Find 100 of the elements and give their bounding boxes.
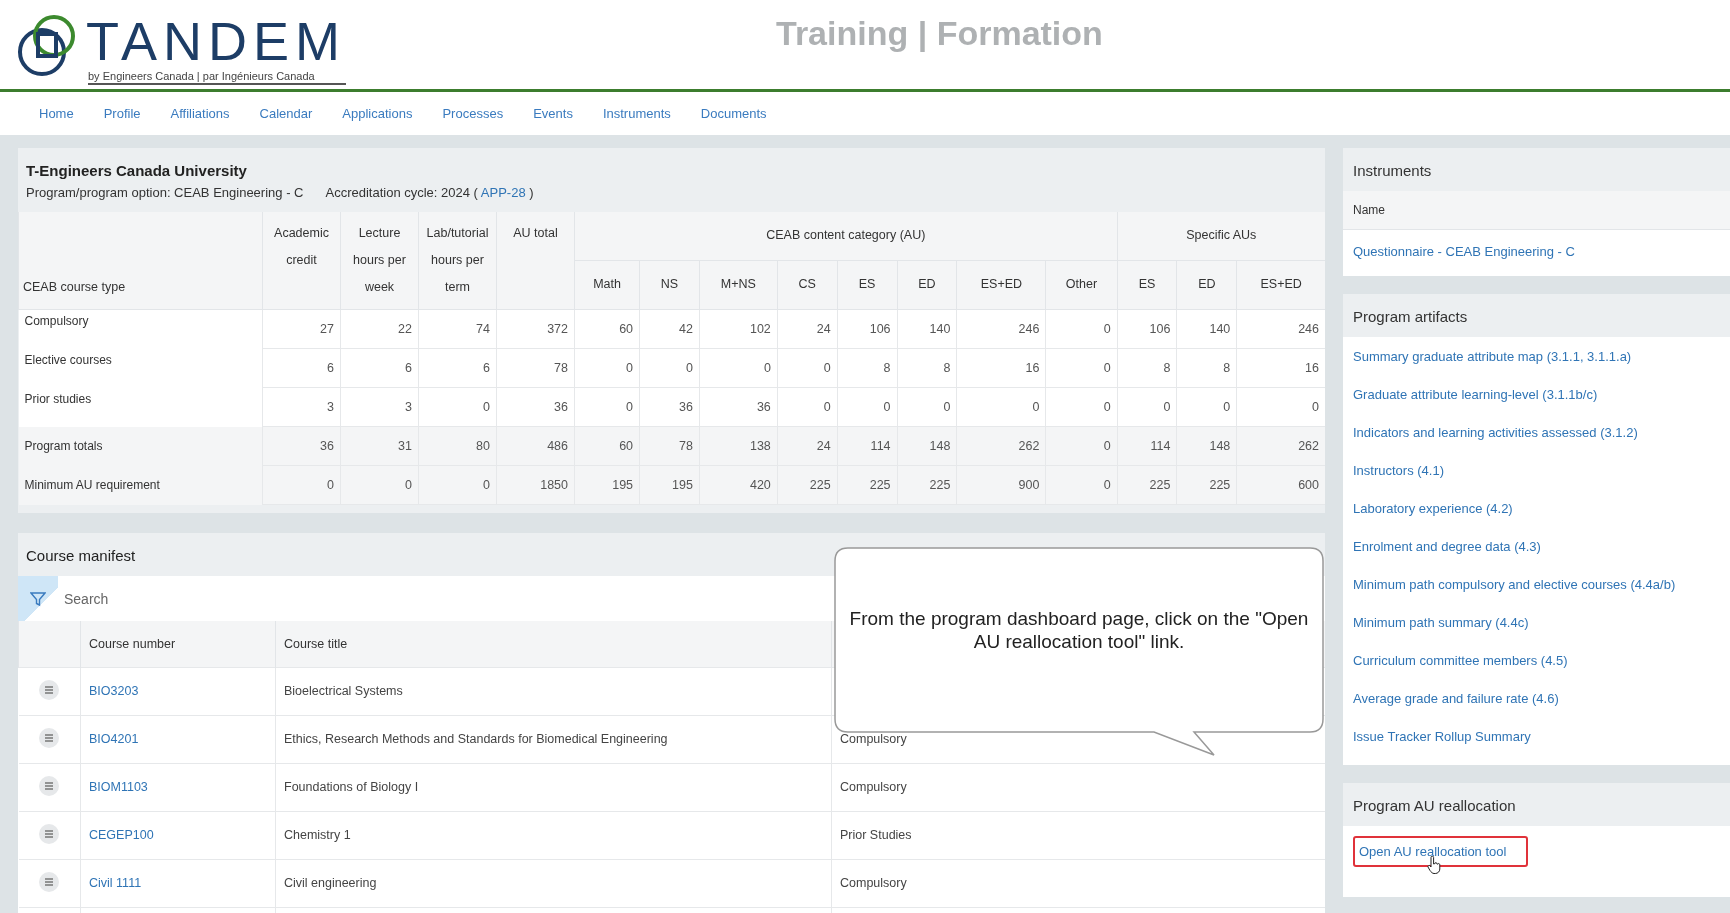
course-title: Foundations of Biology I <box>284 780 419 794</box>
course-link[interactable]: BIO4201 <box>89 732 139 746</box>
course-link[interactable]: BIO3203 <box>89 684 139 698</box>
column-header: M+NS <box>699 260 778 310</box>
nav-link[interactable]: Applications <box>327 106 428 121</box>
logo-tagline: by Engineers Canada | par Ingénieurs Canada <box>88 70 346 85</box>
course-type: Compulsory <box>840 876 907 890</box>
table-cell: 1850 <box>496 465 575 505</box>
table-cell: 195 <box>574 465 640 505</box>
menu-icon[interactable] <box>39 823 60 844</box>
table-cell: 16 <box>956 348 1046 388</box>
table-cell: 60 <box>574 426 640 466</box>
course-title: Ethics, Research Methods and Standards for Biomedical Engineering <box>284 732 668 746</box>
column-header: Math <box>574 260 640 310</box>
table-cell: 3 <box>262 387 341 427</box>
artifact-link[interactable]: Enrolment and degree data (4.3) <box>1353 537 1720 557</box>
column-header: Course title <box>275 621 832 667</box>
course-title: Chemistry 1 <box>284 828 351 842</box>
artifact-link[interactable]: Minimum path summary (4.4c) <box>1353 613 1720 633</box>
column-header: Lab/tutorial hours per term <box>418 212 497 310</box>
table-cell: 6 <box>418 348 497 388</box>
table-cell: 36 <box>699 387 778 427</box>
nav-link[interactable]: Events <box>518 106 588 121</box>
menu-icon[interactable] <box>39 871 60 892</box>
table-cell: 225 <box>1176 465 1237 505</box>
column-header: NS <box>639 260 700 310</box>
table-cell: 3 <box>340 387 419 427</box>
table-cell: 0 <box>699 348 778 388</box>
column-group-header: Specific AUs <box>1117 212 1325 261</box>
table-cell: 36 <box>262 426 341 466</box>
artifact-link[interactable]: Instructors (4.1) <box>1353 461 1720 481</box>
menu-icon[interactable] <box>39 679 60 700</box>
table-cell: 262 <box>956 426 1046 466</box>
nav-link[interactable]: Instruments <box>587 106 686 121</box>
table-cell: 148 <box>897 426 957 466</box>
course-link[interactable]: Civil 1111 <box>89 876 142 890</box>
artifact-link[interactable]: Graduate attribute learning-level (3.1.1b/c) <box>1353 385 1720 405</box>
nav-link[interactable]: Home <box>24 106 89 121</box>
menu-icon[interactable] <box>39 727 60 748</box>
row-label: Minimum AU requirement <box>18 465 263 505</box>
institution-name: T-Engineers Canada University <box>25 161 248 181</box>
filter-icon <box>30 590 46 607</box>
artifact-link[interactable]: Issue Tracker Rollup Summary <box>1353 727 1720 747</box>
nav-link[interactable]: Affiliations <box>155 106 245 121</box>
site-title: Training | Formation <box>776 14 1103 53</box>
table-cell: 420 <box>699 465 778 505</box>
table-cell: 225 <box>897 465 957 505</box>
nav-link[interactable]: Processes <box>427 106 519 121</box>
nav-link[interactable]: Profile <box>88 106 156 121</box>
column-header: Lecture hours per week <box>340 212 419 310</box>
table-cell: 486 <box>496 426 575 466</box>
column-header: CS <box>777 260 838 310</box>
table-cell: 0 <box>1045 387 1118 427</box>
course-title: Civil engineering <box>284 876 377 890</box>
column-header: ED <box>897 260 957 310</box>
table-cell: 6 <box>262 348 341 388</box>
artifact-link[interactable]: Indicators and learning activities assessed (3.1.2) <box>1353 423 1720 443</box>
column-header: Name <box>1343 191 1730 230</box>
table-cell: 80 <box>418 426 497 466</box>
logo-text: TANDEM <box>86 12 346 70</box>
course-link[interactable]: CEGEP100 <box>89 828 154 842</box>
nav-link[interactable]: Documents <box>685 106 782 121</box>
table-cell: 246 <box>1236 309 1325 349</box>
cycle-link[interactable]: APP-28 <box>480 185 526 200</box>
row-label: Compulsory <box>18 309 263 349</box>
artifact-link[interactable]: Minimum path compulsory and elective courses (4.4a/b) <box>1353 575 1720 595</box>
table-cell: 8 <box>897 348 957 388</box>
table-cell: 0 <box>1176 387 1237 427</box>
course-type: Prior Studies <box>840 828 912 842</box>
table-cell: 36 <box>496 387 575 427</box>
column-header: ED <box>1176 260 1237 310</box>
table-cell: 0 <box>1117 387 1177 427</box>
table-cell: 0 <box>1236 387 1325 427</box>
callout-text: From the program dashboard page, click on the "Open AU reallocation tool" link. <box>848 607 1310 653</box>
table-cell: 0 <box>418 387 497 427</box>
column-group-header: CEAB content category (AU) <box>574 212 1118 261</box>
column-header: ES+ED <box>956 260 1046 310</box>
menu-icon[interactable] <box>39 775 60 796</box>
table-cell: 102 <box>699 309 778 349</box>
course-link[interactable]: BIOM1103 <box>89 780 148 794</box>
table-cell: 0 <box>837 387 898 427</box>
column-header: ES <box>1117 260 1177 310</box>
filter-button[interactable] <box>18 576 58 621</box>
table-cell: 0 <box>574 387 640 427</box>
table-cell: 8 <box>1176 348 1237 388</box>
artifact-link[interactable]: Laboratory experience (4.2) <box>1353 499 1720 519</box>
table-cell: 195 <box>639 465 700 505</box>
table-cell: 262 <box>1236 426 1325 466</box>
table-cell: 0 <box>777 348 838 388</box>
course-type: Compulsory <box>840 732 907 746</box>
artifact-link[interactable]: Curriculum committee members (4.5) <box>1353 651 1720 671</box>
artifact-link[interactable]: Summary graduate attribute map (3.1.1, 3.1.1.a) <box>1353 347 1720 367</box>
table-cell: 106 <box>837 309 898 349</box>
table-cell: 42 <box>639 309 700 349</box>
nav-link[interactable]: Calendar <box>244 106 328 121</box>
table-cell: 0 <box>956 387 1046 427</box>
table-cell: 27 <box>262 309 341 349</box>
table-cell: 0 <box>1045 309 1118 349</box>
artifact-link[interactable]: Average grade and failure rate (4.6) <box>1353 689 1720 709</box>
table-cell: 600 <box>1236 465 1325 505</box>
